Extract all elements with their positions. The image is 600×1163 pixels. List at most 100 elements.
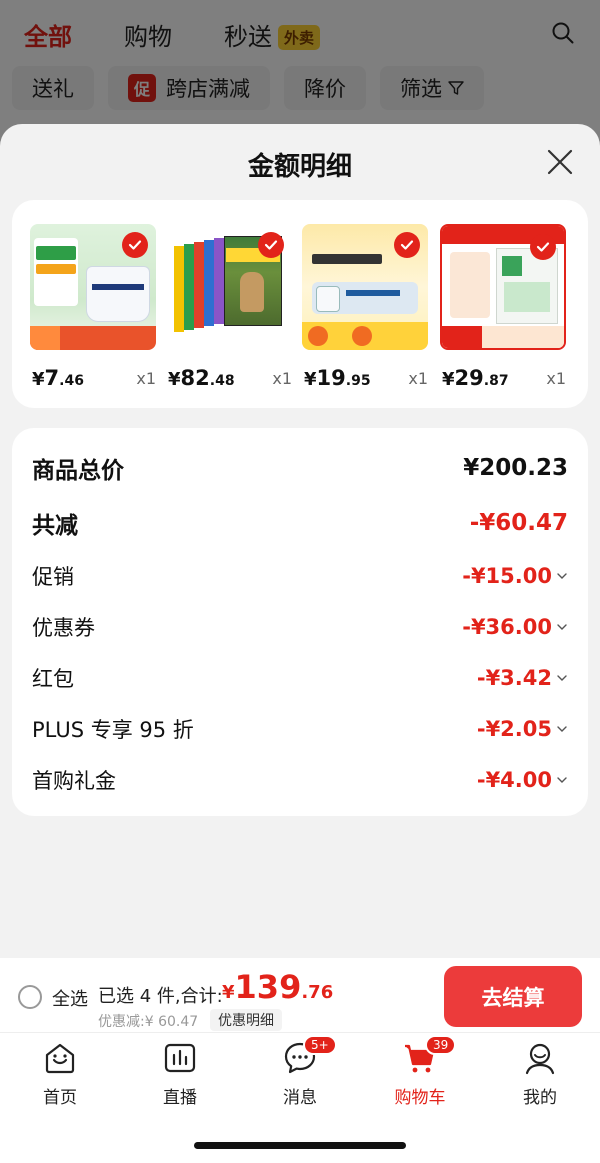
- tab-label: 我的: [523, 1088, 557, 1108]
- chevron-down-icon: [557, 675, 567, 681]
- discount-label: 首购礼金: [32, 769, 116, 793]
- chevron-down-icon: [557, 726, 567, 732]
- currency: ¥: [304, 369, 317, 390]
- product-qty: x1: [546, 369, 566, 388]
- check-icon[interactable]: [530, 234, 556, 260]
- discount-detail-link[interactable]: 优惠明细: [210, 1009, 282, 1031]
- product-image: [166, 224, 292, 350]
- discount-value-wrap: -¥2.05: [477, 717, 568, 741]
- product-qty: x1: [408, 369, 428, 388]
- currency: ¥: [442, 369, 455, 390]
- product-price-row: ¥19.95 x1: [302, 360, 428, 390]
- check-icon[interactable]: [258, 232, 284, 258]
- price-int: 29: [454, 366, 484, 390]
- product-item[interactable]: ¥82.48 x1: [166, 224, 292, 390]
- discount-label: 促销: [32, 565, 74, 589]
- discount-value: -¥3.42: [476, 666, 552, 690]
- selected-count-text: 已选 4 件,合计:: [98, 986, 223, 1007]
- total-price-row: 商品总价 ¥200.23: [32, 448, 568, 488]
- total-reduce-row: 共减 -¥60.47: [32, 503, 568, 543]
- price-dec: .46: [59, 373, 84, 389]
- price-int: 7: [44, 366, 60, 390]
- tab-label: 消息: [283, 1088, 317, 1108]
- tab-messages[interactable]: 5+ 消息: [260, 1035, 340, 1108]
- discount-label: 红包: [32, 667, 74, 691]
- tab-home[interactable]: 首页: [20, 1041, 100, 1108]
- check-icon[interactable]: [394, 232, 420, 258]
- tab-live[interactable]: 直播: [140, 1041, 220, 1108]
- total-reduce-value: -¥60.47: [469, 510, 568, 536]
- products-card: ¥7.46 x1 ¥82.48 x1 ¥19.95 x1 ¥29.87 x1: [12, 200, 588, 408]
- cart-badge: 39: [425, 1035, 457, 1055]
- discount-value-wrap: -¥36.00: [462, 615, 568, 639]
- tab-label: 直播: [163, 1088, 197, 1108]
- product-image: [30, 224, 156, 350]
- message-badge: 5+: [303, 1035, 337, 1055]
- live-icon: [163, 1041, 197, 1075]
- discount-value-wrap: -¥15.00: [462, 564, 568, 588]
- discount-row-promo[interactable]: 促销 -¥15.00: [32, 556, 568, 596]
- discount-value: -¥4.00: [476, 768, 552, 792]
- profile-icon: [523, 1041, 557, 1075]
- checkout-total: ¥139.76: [222, 968, 333, 1006]
- home-icon: [43, 1041, 77, 1075]
- check-icon[interactable]: [122, 232, 148, 258]
- price-dec: .87: [483, 373, 509, 389]
- discount-row-plus[interactable]: PLUS 专享 95 折 -¥2.05: [32, 709, 568, 749]
- product-price: ¥19.95: [304, 366, 371, 390]
- discount-value-wrap: -¥3.42: [477, 666, 568, 690]
- summary-card: 商品总价 ¥200.23 共减 -¥60.47 促销 -¥15.00 优惠券 -…: [12, 428, 588, 816]
- product-image: [440, 224, 566, 350]
- price-int: 19: [316, 366, 346, 390]
- price-dec: .48: [209, 373, 235, 389]
- product-price: ¥7.46: [32, 366, 84, 390]
- product-price-row: ¥7.46 x1: [30, 360, 156, 390]
- discount-row-coupon[interactable]: 优惠券 -¥36.00: [32, 607, 568, 647]
- discount-value: -¥15.00: [462, 564, 552, 588]
- tab-cart[interactable]: 39 购物车: [380, 1035, 460, 1108]
- checkout-button[interactable]: 去结算: [444, 966, 582, 1027]
- price-dec: .95: [345, 373, 371, 389]
- product-item[interactable]: ¥19.95 x1: [302, 224, 428, 390]
- currency: ¥: [168, 369, 181, 390]
- discount-label: PLUS 专享 95 折: [32, 718, 194, 742]
- price-int: 82: [180, 366, 210, 390]
- product-price-row: ¥29.87 x1: [440, 360, 566, 390]
- currency: ¥: [222, 982, 235, 1003]
- product-qty: x1: [136, 369, 156, 388]
- cart-icon: 39: [403, 1035, 457, 1075]
- close-icon[interactable]: [546, 148, 574, 176]
- tab-profile[interactable]: 我的: [500, 1041, 580, 1108]
- product-qty: x1: [272, 369, 292, 388]
- total-dec: .76: [301, 982, 334, 1003]
- total-price-label: 商品总价: [32, 458, 124, 484]
- tab-label: 购物车: [394, 1088, 446, 1108]
- product-price: ¥82.48: [168, 366, 235, 390]
- total-int: 139: [234, 968, 302, 1006]
- chevron-down-icon: [557, 624, 567, 630]
- product-item[interactable]: ¥29.87 x1: [440, 224, 566, 390]
- select-all-label[interactable]: 全选: [52, 985, 88, 1011]
- discount-value: -¥36.00: [462, 615, 552, 639]
- select-all-radio[interactable]: [18, 985, 42, 1009]
- discount-value-wrap: -¥4.00: [477, 768, 568, 792]
- chevron-down-icon: [557, 573, 567, 579]
- total-reduce-label: 共减: [32, 513, 78, 539]
- discount-row-first-buy[interactable]: 首购礼金 -¥4.00: [32, 760, 568, 800]
- currency: ¥: [32, 369, 45, 390]
- total-price-value: ¥200.23: [463, 455, 568, 481]
- tab-label: 首页: [43, 1088, 77, 1108]
- discount-summary: 优惠减:¥ 60.47: [98, 1014, 199, 1030]
- sheet-title: 金额明细: [247, 152, 352, 182]
- home-indicator: [194, 1142, 406, 1149]
- chevron-down-icon: [557, 777, 567, 783]
- product-item[interactable]: ¥7.46 x1: [30, 224, 156, 390]
- message-icon: 5+: [283, 1035, 337, 1075]
- product-price: ¥29.87: [442, 366, 509, 390]
- checkout-bar: 全选 已选 4 件,合计: ¥139.76 优惠减:¥ 60.47 优惠明细 去…: [0, 958, 600, 1032]
- product-price-row: ¥82.48 x1: [166, 360, 292, 390]
- discount-label: 优惠券: [32, 616, 95, 640]
- discount-row-redpacket[interactable]: 红包 -¥3.42: [32, 658, 568, 698]
- product-image: [302, 224, 428, 350]
- discount-value: -¥2.05: [476, 717, 552, 741]
